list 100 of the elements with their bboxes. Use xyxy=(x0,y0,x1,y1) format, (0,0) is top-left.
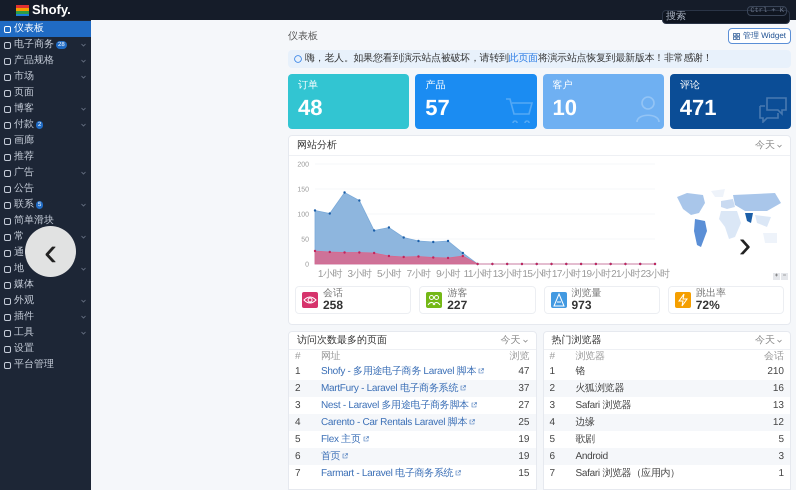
sidebar-item[interactable]: 简单滑块 xyxy=(14,216,54,226)
sidebar-item[interactable]: 仪表板 xyxy=(0,21,91,37)
axis-label: 5小时 xyxy=(377,269,401,280)
square-icon xyxy=(4,74,11,80)
table-cell-text: 13 xyxy=(772,400,784,412)
table-cell-text: 37 xyxy=(517,383,530,394)
external-link-icon xyxy=(342,453,348,460)
stat-value: 72% xyxy=(696,298,721,312)
page-link[interactable]: Flex 主页 xyxy=(321,434,504,446)
table-cell-text: 1 xyxy=(550,366,556,378)
page-link[interactable]: Farmart - Laravel 电子商务系统 xyxy=(321,468,504,480)
axis-label: 3小时 xyxy=(347,269,372,280)
data-point xyxy=(432,241,434,244)
page-link[interactable]: 首页 xyxy=(321,451,504,462)
sidebar-label: 媒体 xyxy=(14,280,34,290)
sidebar-label: 广告 xyxy=(14,168,34,178)
axis-label: 23小时 xyxy=(640,269,670,280)
stat-value: 973 xyxy=(572,298,593,312)
square-icon xyxy=(4,218,11,224)
square-icon xyxy=(4,170,11,176)
data-point xyxy=(328,251,331,254)
sidebar-item[interactable]: 市场 xyxy=(0,69,91,85)
page-link[interactable]: MartFury - Laravel 电子商务系统 xyxy=(321,383,504,394)
external-link-icon xyxy=(469,419,476,426)
sidebar-item[interactable]: 推荐 xyxy=(0,149,91,165)
sidebar-label: 工具 xyxy=(14,328,34,338)
sidebar-item[interactable]: 产品规格 xyxy=(0,53,91,69)
panel-title: 网站分析 xyxy=(297,138,337,154)
sidebar-item[interactable]: 页面 xyxy=(0,85,91,101)
page-link[interactable]: Nest - Laravel 多用途电子商务脚本 xyxy=(321,400,504,412)
sidebar-label: 联系 xyxy=(14,200,34,210)
stat-label: 游客 xyxy=(447,288,468,299)
external-link-icon xyxy=(470,402,477,408)
caret-icon xyxy=(777,144,782,148)
sidebar-item[interactable]: 画廊 xyxy=(0,133,91,149)
table-cell-text: 7 xyxy=(295,468,302,480)
cart-icon xyxy=(504,97,532,124)
table-cell-text: 3 xyxy=(777,451,784,462)
square-icon xyxy=(4,234,11,240)
sidebar-item[interactable]: 地 xyxy=(14,264,24,274)
axis-label: 15小时 xyxy=(522,269,552,280)
sidebar-item[interactable]: 媒体 xyxy=(0,277,91,293)
table-cell-text: 47 xyxy=(517,366,530,378)
table-cell-text: 3 xyxy=(550,400,556,412)
axis-label: 1小时 xyxy=(318,269,342,280)
panel-title: 访问次数最多的页面 xyxy=(297,334,387,348)
logo-icon xyxy=(16,4,29,16)
card-label: 客户 xyxy=(552,80,574,92)
period-dropdown[interactable]: 今天 xyxy=(500,333,528,348)
sidebar-label: 仪表板 xyxy=(14,24,44,34)
sidebar-item[interactable]: 常 xyxy=(14,232,24,242)
sidebar-label: 市场 xyxy=(14,72,34,82)
sidebar-item[interactable]: 通 xyxy=(14,248,24,258)
data-point xyxy=(314,250,316,253)
table-cell-text: 5 xyxy=(295,434,302,446)
sidebar-item[interactable]: 插件 xyxy=(0,309,91,325)
table-cell-text: 15 xyxy=(517,468,530,480)
square-icon xyxy=(4,122,11,128)
square-icon xyxy=(4,314,11,320)
data-point xyxy=(417,240,420,243)
period-dropdown[interactable]: 今天 xyxy=(755,138,782,154)
axis-label: 19小时 xyxy=(582,269,610,280)
axis-label: 7小时 xyxy=(406,269,430,280)
sidebar-item[interactable]: 工具 xyxy=(0,325,91,341)
sidebar-item[interactable]: 公告 xyxy=(0,181,91,197)
table-cell-text: 5 xyxy=(777,434,784,446)
square-icon xyxy=(4,266,11,272)
table-cell-text: 1 xyxy=(777,468,784,480)
person-icon xyxy=(636,95,660,124)
table-cell-text: 4 xyxy=(295,417,302,428)
sidebar-label: 外观 xyxy=(14,296,34,306)
table-cell-text: 1 xyxy=(295,366,302,378)
axis-label: 13小时 xyxy=(492,269,522,280)
card-value: 57 xyxy=(425,94,450,122)
page-link[interactable]: Shofy - 多用途电子商务 Laravel 脚本 xyxy=(321,366,504,378)
sidebar-label: 画廊 xyxy=(14,136,34,146)
manage-widgets-button[interactable]: 管理 Widget xyxy=(728,28,791,44)
square-icon xyxy=(4,346,11,352)
table-cell-text: 歌剧 xyxy=(576,434,596,446)
next-button[interactable]: › xyxy=(735,228,755,262)
info-icon xyxy=(294,54,302,63)
data-point xyxy=(388,226,390,230)
sidebar-item[interactable]: 广告 xyxy=(0,165,91,181)
data-point xyxy=(432,256,434,260)
square-icon xyxy=(4,186,11,192)
sidebar-label: 博客 xyxy=(14,104,34,114)
sidebar-label: 插件 xyxy=(14,312,34,322)
page-link[interactable]: Carento - Car Rentals Laravel 脚本 xyxy=(321,417,504,428)
square-icon xyxy=(4,154,11,160)
sidebar-item[interactable]: 博客 xyxy=(0,101,91,117)
sidebar-item[interactable]: 外观 xyxy=(0,293,91,309)
stat-label: 跳出率 xyxy=(696,288,726,299)
alert-text: 嗨，老人。如果您看到演示站点被破坏，请转到此页面将演示站点恢复到最新版本！非常感谢！ xyxy=(305,52,712,66)
sidebar-item[interactable]: 设置 xyxy=(0,341,91,357)
sidebar-item[interactable]: 平台管理 xyxy=(0,357,91,373)
column-header: 浏览器 xyxy=(576,352,606,362)
table-cell-text: 12 xyxy=(772,417,784,428)
period-dropdown[interactable]: 今天 xyxy=(755,333,782,348)
sidebar-label: 平台管理 xyxy=(14,360,54,370)
stat-value: 227 xyxy=(447,298,468,312)
